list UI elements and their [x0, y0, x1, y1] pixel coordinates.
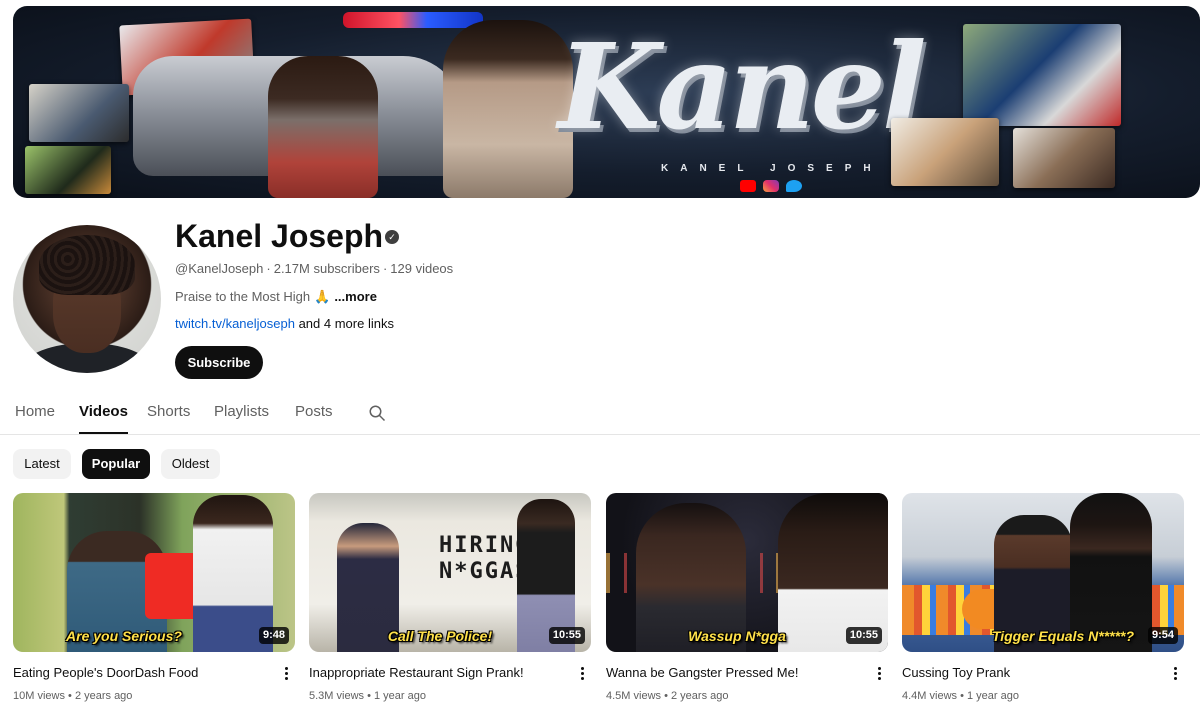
subscriber-count: 2.17M subscribers	[273, 261, 380, 276]
more-links-button[interactable]: and 4 more links	[299, 316, 394, 331]
thumbnail-caption: Tigger Equals N*****?	[991, 628, 1135, 644]
video-title[interactable]: Wanna be Gangster Pressed Me!	[606, 665, 856, 681]
instagram-icon	[763, 180, 779, 192]
chip-latest[interactable]: Latest	[13, 449, 71, 479]
video-thumbnail[interactable]: HIRING N*GGAS Call The Police! 10:55	[309, 493, 591, 652]
more-button[interactable]: ...more	[334, 289, 377, 304]
banner-siren	[343, 12, 483, 28]
more-options-icon[interactable]	[281, 665, 291, 683]
duration-badge: 10:55	[845, 627, 882, 644]
more-options-icon[interactable]	[1170, 665, 1180, 683]
banner-person	[268, 56, 378, 198]
twitter-icon	[786, 180, 802, 192]
pray-emoji-icon: 🙏	[314, 289, 331, 304]
search-icon[interactable]	[368, 404, 386, 422]
view-count: 4.5M views	[606, 690, 662, 702]
channel-handle: @KanelJoseph	[175, 261, 264, 276]
video-meta: 10M views • 2 years ago	[13, 690, 133, 702]
thumbnail-caption: Are you Serious?	[66, 628, 182, 644]
video-card[interactable]: HIRING N*GGAS Call The Police! 10:55 Ina…	[309, 493, 591, 713]
video-meta: 4.4M views • 1 year ago	[902, 690, 1019, 702]
tab-videos[interactable]: Videos	[79, 396, 128, 434]
video-title[interactable]: Inappropriate Restaurant Sign Prank!	[309, 665, 559, 681]
video-thumbnail[interactable]: Tigger Equals N*****? 9:54	[902, 493, 1184, 652]
tab-home[interactable]: Home	[15, 396, 55, 434]
video-thumbnail[interactable]: Wassup N*gga 10:55	[606, 493, 888, 652]
description-text: Praise to the Most High	[175, 289, 311, 304]
video-card[interactable]: Are you Serious? 9:48 Eating People's Do…	[13, 493, 295, 713]
video-count: 129 videos	[390, 261, 454, 276]
view-count: 10M views	[13, 690, 65, 702]
channel-tabs: Home Videos Shorts Playlists Posts	[0, 396, 1200, 435]
channel-name: Kanel Joseph	[175, 218, 384, 254]
channel-description[interactable]: Praise to the Most High 🙏 ...more	[175, 290, 377, 304]
banner-person	[443, 20, 573, 198]
upload-age: 1 year ago	[374, 690, 426, 702]
chip-oldest[interactable]: Oldest	[161, 449, 220, 479]
more-options-icon[interactable]	[577, 665, 587, 683]
channel-banner: Kanel KANEL JOSEPH	[13, 6, 1200, 198]
video-card[interactable]: Tigger Equals N*****? 9:54 Cussing Toy P…	[902, 493, 1184, 713]
banner-logo-text: Kanel	[558, 17, 927, 156]
tab-shorts[interactable]: Shorts	[147, 396, 190, 434]
video-card[interactable]: Wassup N*gga 10:55 Wanna be Gangster Pre…	[606, 493, 888, 713]
video-title[interactable]: Cussing Toy Prank	[902, 665, 1152, 681]
video-meta: 5.3M views • 1 year ago	[309, 690, 426, 702]
twitch-link[interactable]: twitch.tv/kaneljoseph	[175, 316, 295, 331]
upload-age: 2 years ago	[671, 690, 729, 702]
tab-posts[interactable]: Posts	[295, 396, 333, 434]
video-title[interactable]: Eating People's DoorDash Food	[13, 665, 263, 681]
duration-badge: 9:54	[1147, 627, 1178, 644]
more-options-icon[interactable]	[874, 665, 884, 683]
banner-photo	[25, 146, 111, 194]
channel-meta: @KanelJoseph · 2.17M subscribers · 129 video…	[175, 261, 454, 276]
banner-photo	[29, 84, 129, 142]
tab-playlists[interactable]: Playlists	[214, 396, 269, 434]
channel-links: twitch.tv/kaneljoseph and 4 more links	[175, 317, 394, 331]
video-thumbnail[interactable]: Are you Serious? 9:48	[13, 493, 295, 652]
channel-avatar	[13, 225, 161, 373]
video-meta: 4.5M views • 2 years ago	[606, 690, 729, 702]
verified-icon: ✓	[385, 230, 399, 244]
banner-photo	[963, 24, 1121, 126]
view-count: 4.4M views	[902, 690, 958, 702]
duration-badge: 9:48	[258, 627, 289, 644]
upload-age: 2 years ago	[74, 690, 133, 702]
duration-badge: 10:55	[548, 627, 585, 644]
youtube-icon	[740, 180, 756, 192]
subscribe-button[interactable]: Subscribe	[175, 346, 263, 379]
chip-popular[interactable]: Popular	[82, 449, 150, 479]
banner-photo	[1013, 128, 1115, 188]
banner-logo-subtext: KANEL JOSEPH	[661, 163, 883, 174]
upload-age: 1 year ago	[967, 690, 1019, 702]
banner-photo	[891, 118, 999, 186]
view-count: 5.3M views	[309, 690, 365, 702]
